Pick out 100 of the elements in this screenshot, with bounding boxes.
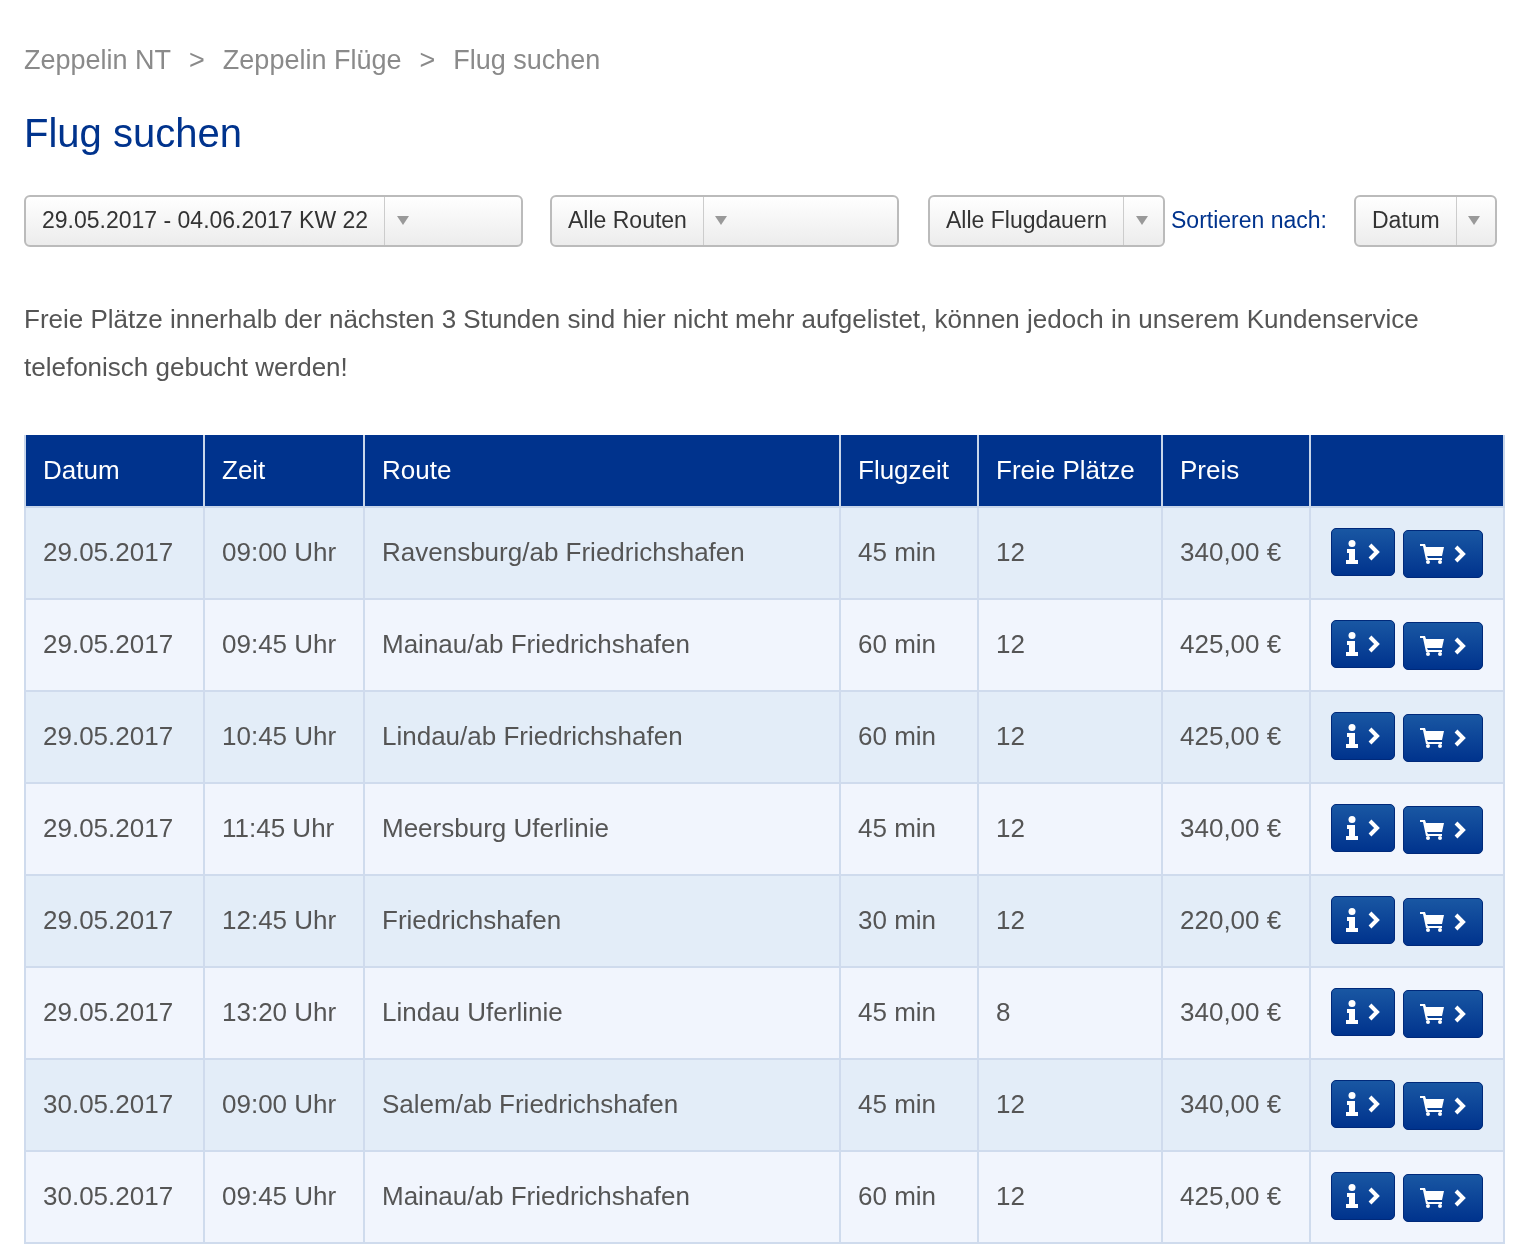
dropdown-select[interactable]: Alle Flugdauern xyxy=(928,194,1165,247)
info-icon xyxy=(1346,999,1358,1024)
table-cell: Salem/ab Friedrichshafen xyxy=(364,1058,840,1151)
info-button[interactable] xyxy=(1331,803,1395,852)
table-cell: 12 xyxy=(978,598,1162,691)
table-cell: 60 min xyxy=(840,598,978,691)
table-cell: 12 xyxy=(978,1058,1162,1151)
cart-button[interactable] xyxy=(1403,989,1483,1038)
table-cell: Mainau/ab Friedrichshafen xyxy=(364,598,840,691)
page-title: Flug suchen xyxy=(24,109,243,157)
info-button[interactable] xyxy=(1331,1079,1395,1128)
info-icon xyxy=(1346,815,1358,840)
table-cell: Ravensburg/ab Friedrichshafen xyxy=(364,506,840,599)
info-icon xyxy=(1346,723,1358,748)
table-cell: 45 min xyxy=(840,782,978,875)
chevron-icon xyxy=(1454,912,1466,931)
cart-button[interactable] xyxy=(1403,897,1483,946)
dropdown-select[interactable]: Datum xyxy=(1354,194,1497,247)
chevron-icon xyxy=(1368,818,1380,837)
cart-button[interactable] xyxy=(1403,621,1483,670)
table-cell: 10:45 Uhr xyxy=(204,690,364,783)
cart-icon xyxy=(1420,1187,1444,1208)
info-button[interactable] xyxy=(1331,711,1395,760)
chevron-icon xyxy=(1368,910,1380,929)
dropdown-select[interactable]: Alle Routen xyxy=(550,194,899,247)
table-cell: 09:45 Uhr xyxy=(204,1150,364,1243)
info-icon xyxy=(1346,1091,1358,1116)
table-cell: 12 xyxy=(978,782,1162,875)
chevron-icon xyxy=(1454,1004,1466,1023)
breadcrumb-separator: > xyxy=(419,44,436,77)
chevron-icon xyxy=(1454,1188,1466,1207)
table-cell: 45 min xyxy=(840,966,978,1059)
cart-button[interactable] xyxy=(1403,1081,1483,1130)
breadcrumb-separator: > xyxy=(189,44,205,77)
chevron-icon xyxy=(1368,726,1380,745)
dropdown-arrow-icon xyxy=(396,216,409,225)
table-cell: 12 xyxy=(978,1150,1162,1243)
table-cell: 09:00 Uhr xyxy=(204,506,364,599)
chevron-icon xyxy=(1454,636,1466,655)
chevron-icon xyxy=(1368,1094,1380,1113)
table-cell: 09:45 Uhr xyxy=(204,598,364,691)
table-cell: 12:45 Uhr xyxy=(204,874,364,967)
dropdown-select[interactable]: 29.05.2017 - 04.06.2017 KW 22 xyxy=(24,194,523,247)
cart-button[interactable] xyxy=(1403,529,1483,578)
table-cell: 12 xyxy=(978,506,1162,599)
dropdown-arrow-icon xyxy=(1468,216,1481,225)
table-cell: 340,00 € xyxy=(1162,966,1310,1059)
chevron-icon xyxy=(1368,542,1380,561)
cart-icon xyxy=(1420,1095,1444,1116)
cart-icon xyxy=(1420,911,1444,932)
table-cell: Lindau/ab Friedrichshafen xyxy=(364,690,840,783)
table-cell: 45 min xyxy=(840,506,978,599)
cart-button[interactable] xyxy=(1403,1173,1483,1222)
table-cell: Friedrichshafen xyxy=(364,874,840,967)
table-cell: Lindau Uferlinie xyxy=(364,966,840,1059)
cart-icon xyxy=(1420,819,1444,840)
column-header: Route xyxy=(364,434,840,507)
info-icon xyxy=(1346,907,1358,932)
info-icon xyxy=(1346,539,1358,564)
info-button[interactable] xyxy=(1331,1171,1395,1220)
table-cell: 30.05.2017 xyxy=(25,1150,204,1243)
table-cell: 29.05.2017 xyxy=(25,598,204,691)
cart-icon xyxy=(1420,543,1444,564)
table-cell: 340,00 € xyxy=(1162,782,1310,875)
dropdown-arrow-icon xyxy=(715,216,728,225)
cart-icon xyxy=(1420,727,1444,748)
chevron-icon xyxy=(1368,1002,1380,1021)
column-header: Datum xyxy=(25,434,204,507)
table-cell: 425,00 € xyxy=(1162,690,1310,783)
chevron-icon xyxy=(1454,544,1466,563)
table-cell: 29.05.2017 xyxy=(25,966,204,1059)
table-cell: 11:45 Uhr xyxy=(204,782,364,875)
chevron-icon xyxy=(1454,728,1466,747)
cart-button[interactable] xyxy=(1403,805,1483,854)
table-cell: 425,00 € xyxy=(1162,1150,1310,1243)
info-button[interactable] xyxy=(1331,619,1395,668)
table-cell: 60 min xyxy=(840,690,978,783)
sort-label: Sortieren nach: xyxy=(1171,205,1327,235)
column-header: Freie Plätze xyxy=(978,434,1162,507)
table-cell: 340,00 € xyxy=(1162,1058,1310,1151)
table-cell: 220,00 € xyxy=(1162,874,1310,967)
table-cell: 340,00 € xyxy=(1162,506,1310,599)
info-button[interactable] xyxy=(1331,895,1395,944)
column-header: Flugzeit xyxy=(840,434,978,507)
chevron-icon xyxy=(1368,1186,1380,1205)
cart-button[interactable] xyxy=(1403,713,1483,762)
table-cell: Meersburg Uferlinie xyxy=(364,782,840,875)
dropdown-arrow-icon xyxy=(1135,216,1148,225)
notice-text: Freie Plätze innerhalb der nächsten 3 Stunden sind hier nicht mehr aufgelistet, können jedoch in unserem Kundenservice telefonisch gebucht werden! xyxy=(24,302,1420,384)
table-cell: 29.05.2017 xyxy=(25,874,204,967)
info-button[interactable] xyxy=(1331,987,1395,1036)
info-button[interactable] xyxy=(1331,527,1395,576)
chevron-icon xyxy=(1454,1096,1466,1115)
info-icon xyxy=(1346,1183,1358,1208)
table-cell: 425,00 € xyxy=(1162,598,1310,691)
info-icon xyxy=(1346,631,1358,656)
table-cell: 30 min xyxy=(840,874,978,967)
table-cell: 60 min xyxy=(840,1150,978,1243)
cart-icon xyxy=(1420,1003,1444,1024)
column-header: Preis xyxy=(1162,434,1310,507)
